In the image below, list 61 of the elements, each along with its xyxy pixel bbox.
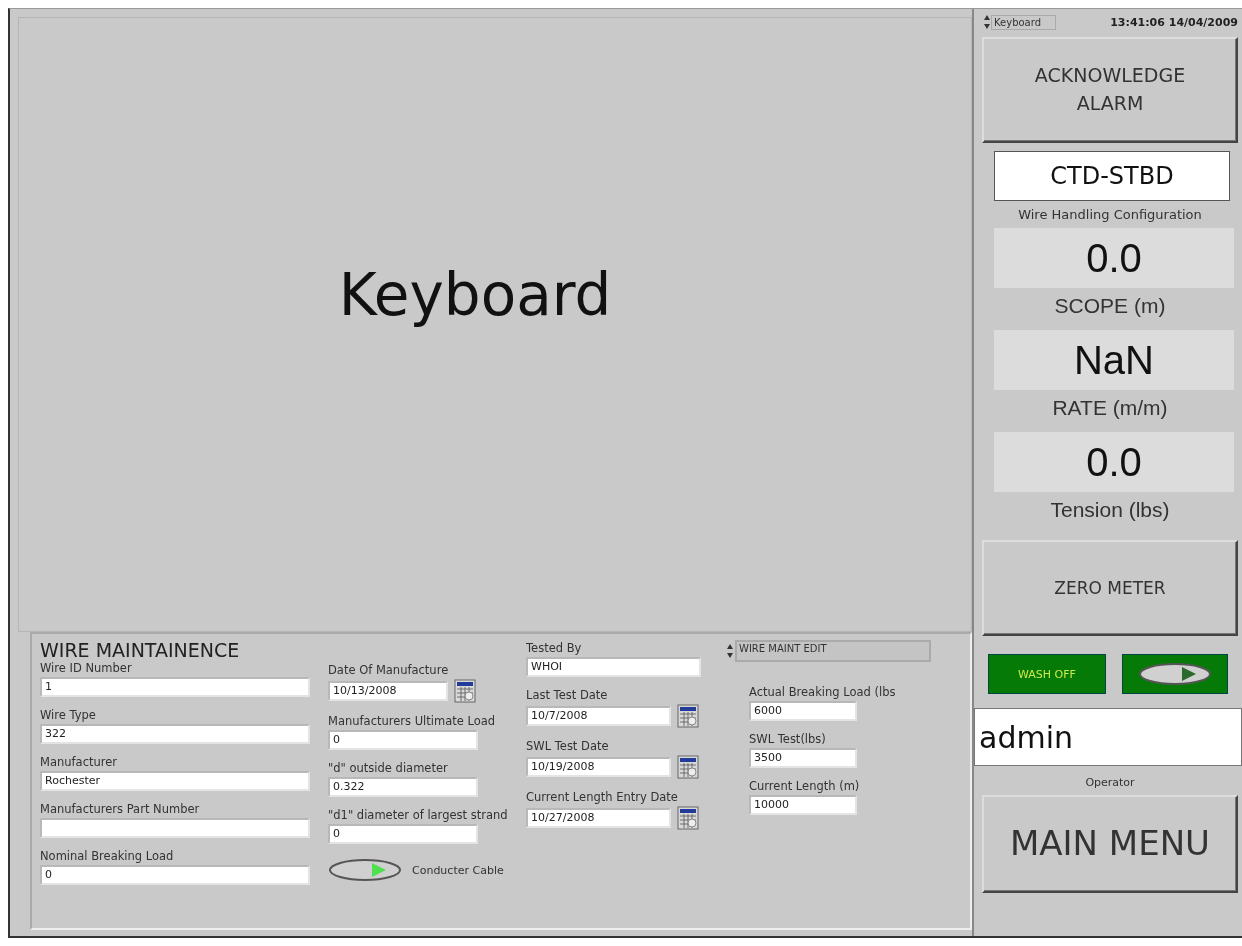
field-label: Last Test Date (526, 687, 608, 704)
input-field[interactable] (40, 818, 310, 838)
date-field[interactable]: 10/19/2008 (526, 757, 671, 777)
operator-label: Operator (1084, 776, 1136, 789)
field-label: Wire Type (40, 707, 96, 724)
calendar-icon[interactable] (454, 679, 476, 703)
spinner-icon[interactable] (984, 14, 990, 30)
wash-button[interactable]: WASH OFF (988, 654, 1106, 694)
field-label: Manufacturers Ultimate Load (328, 713, 496, 730)
field-label: Current Length (m) (749, 778, 860, 795)
date-field[interactable]: 10/7/2008 (526, 706, 671, 726)
readout-label: RATE (m/m) (1051, 396, 1169, 420)
input-field[interactable]: 0 (40, 865, 310, 885)
input-field[interactable]: 0.322 (328, 777, 478, 797)
field-label: Tested By (526, 640, 582, 657)
readout-value: NaN (994, 330, 1234, 390)
readout-label: SCOPE (m) (1053, 294, 1167, 318)
date-field[interactable]: 10/27/2008 (526, 808, 671, 828)
field-label: Wire ID Number (40, 660, 132, 677)
date-field[interactable]: 10/13/2008 (328, 681, 448, 701)
zero-meter-button[interactable]: ZERO METER (982, 540, 1238, 636)
field-label: Current Length Entry Date (526, 789, 678, 806)
wash-toggle[interactable] (1122, 654, 1228, 694)
configuration-display: CTD-STBD (994, 151, 1230, 201)
input-field[interactable]: 3500 (749, 748, 857, 768)
field-label: Manufacturer (40, 754, 118, 771)
input-field[interactable]: 10000 (749, 795, 857, 815)
mode-selector[interactable]: WIRE MAINT EDIT (735, 640, 931, 662)
spinner-icon[interactable] (727, 643, 733, 659)
readout-value: 0.0 (994, 432, 1234, 492)
field-label: Nominal Breaking Load (40, 848, 174, 865)
field-label: Date Of Manufacture (328, 662, 449, 679)
form-title: WIRE MAINTAINENCE (40, 640, 241, 660)
view-title: Keyboard (338, 260, 612, 329)
toggle-label: Conducter Cable (412, 863, 504, 877)
toggle-switch[interactable] (328, 858, 402, 882)
operator-field[interactable]: admin (974, 708, 1242, 766)
calendar-icon[interactable] (677, 806, 699, 830)
main-menu-button[interactable]: MAIN MENU (982, 795, 1238, 893)
field-label: SWL Test Date (526, 738, 609, 755)
configuration-label: Wire Handling Configuration (1017, 207, 1203, 222)
input-field[interactable]: 1 (40, 677, 310, 697)
clock: 13:41:06 14/04/2009 (1110, 15, 1238, 29)
field-label: "d" outside diameter (328, 760, 448, 777)
switch-icon (1138, 662, 1212, 686)
acknowledge-alarm-button[interactable]: ACKNOWLEDGE ALARM (982, 37, 1238, 143)
field-label: Actual Breaking Load (lbs (749, 684, 896, 701)
readout-value: 0.0 (994, 228, 1234, 288)
input-field[interactable]: Rochester (40, 771, 310, 791)
field-label: SWL Test(lbs) (749, 731, 826, 748)
input-field[interactable]: 322 (40, 724, 310, 744)
readout-label: Tension (lbs) (1049, 498, 1171, 522)
input-field[interactable]: 0 (328, 730, 478, 750)
input-field[interactable]: 6000 (749, 701, 857, 721)
calendar-icon[interactable] (677, 704, 699, 728)
field-label: Manufacturers Part Number (40, 801, 200, 818)
view-selector[interactable]: Keyboard (991, 14, 1056, 30)
calendar-icon[interactable] (677, 755, 699, 779)
field-label: "d1" diameter of largest strand (328, 807, 508, 824)
input-field[interactable]: WHOI (526, 657, 701, 677)
input-field[interactable]: 0 (328, 824, 478, 844)
